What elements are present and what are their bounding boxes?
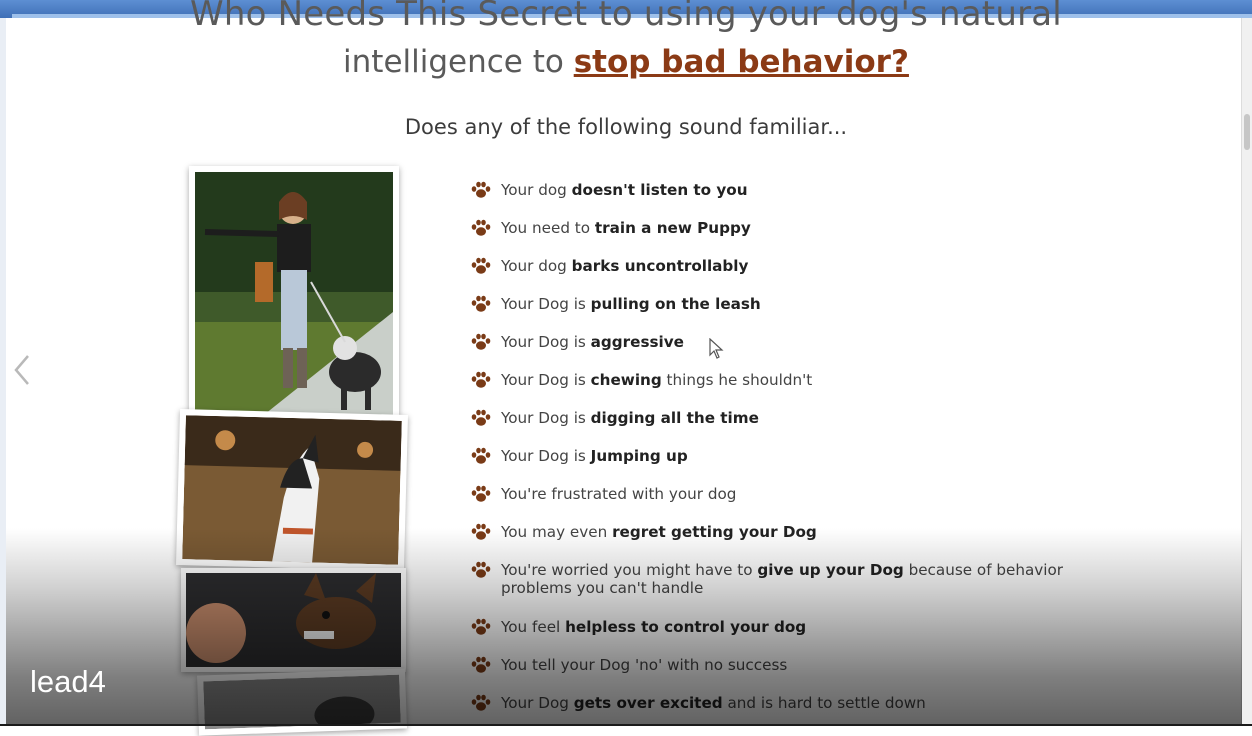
list-item: Your Dog is Jumping up <box>470 446 1090 484</box>
photo-barking-dog <box>175 409 409 571</box>
headline-partial: Who Needs This Secret to using your dog'… <box>190 0 1062 34</box>
paw-icon <box>471 618 491 635</box>
list-item: You tell your Dog 'no' with no success <box>470 655 1090 693</box>
paw-icon <box>471 694 491 711</box>
paw-icon <box>471 656 491 673</box>
list-item: Your Dog is pulling on the leash <box>470 294 1090 332</box>
list-item: Your dog barks uncontrollably <box>470 256 1090 294</box>
list-item-text: Your Dog gets over excited and is hard t… <box>501 694 926 712</box>
paw-icon <box>471 371 491 388</box>
paw-icon <box>471 485 491 502</box>
list-item-text: Your Dog is digging all the time <box>501 409 759 427</box>
video-label: lead4 <box>30 664 106 699</box>
list-item-text: Your Dog is Jumping up <box>501 447 688 465</box>
photo-aggressive-dog <box>181 568 406 672</box>
list-item: You're worried you might have to give up… <box>470 560 1090 617</box>
headline-accent: stop bad behavior? <box>573 44 909 80</box>
list-item-text: Your dog doesn't listen to you <box>501 181 748 199</box>
list-item: You may even regret getting your Dog <box>470 522 1090 560</box>
headline-text: intelligence to <box>343 44 574 80</box>
paw-icon <box>471 181 491 198</box>
paw-icon <box>471 561 491 578</box>
list-item-text: Your dog barks uncontrollably <box>501 257 749 275</box>
photo-woman-walking-dog <box>189 166 399 428</box>
paw-icon <box>471 219 491 236</box>
paw-icon <box>471 409 491 426</box>
paw-icon <box>471 257 491 274</box>
list-item: Your dog doesn't listen to you <box>470 180 1090 218</box>
list-item: You feel helpless to control your dog <box>470 617 1090 655</box>
list-item: Your Dog is digging all the time <box>470 408 1090 446</box>
list-item: Your Dog is chewing things he shouldn't <box>470 370 1090 408</box>
list-item-text: You're frustrated with your dog <box>501 485 737 503</box>
scrollbar-thumb[interactable] <box>1244 114 1250 150</box>
paw-icon <box>471 523 491 540</box>
list-item-text: You may even regret getting your Dog <box>501 523 817 541</box>
list-item-text: You feel helpless to control your dog <box>501 618 807 636</box>
subheading: Does any of the following sound familiar… <box>404 115 848 139</box>
list-item: You're frustrated with your dog <box>470 484 1090 522</box>
headline: intelligence to stop bad behavior? <box>0 42 1252 82</box>
list-item-text: Your Dog is pulling on the leash <box>501 295 761 313</box>
list-item-text: You need to train a new Puppy <box>501 219 751 237</box>
mouse-cursor-icon <box>709 337 725 360</box>
list-item: You need to train a new Puppy <box>470 218 1090 256</box>
list-item-text: Your Dog is chewing things he shouldn't <box>501 371 813 389</box>
paw-icon <box>471 447 491 464</box>
photo-image <box>195 172 393 422</box>
photo-image <box>182 415 402 565</box>
list-item-text: Your Dog is aggressive <box>501 333 684 351</box>
photo-image <box>186 573 401 667</box>
vertical-scrollbar[interactable] <box>1241 18 1252 726</box>
list-item-text: You're worried you might have to give up… <box>501 561 1064 597</box>
paw-icon <box>471 295 491 312</box>
chevron-left-icon[interactable] <box>10 352 34 388</box>
list-item: Your Dog is aggressive <box>470 332 1090 370</box>
paw-icon <box>471 333 491 350</box>
list-item-text: You tell your Dog 'no' with no success <box>501 656 788 674</box>
photo-image <box>203 674 401 730</box>
symptom-list: Your dog doesn't listen to you You need … <box>470 180 1090 731</box>
